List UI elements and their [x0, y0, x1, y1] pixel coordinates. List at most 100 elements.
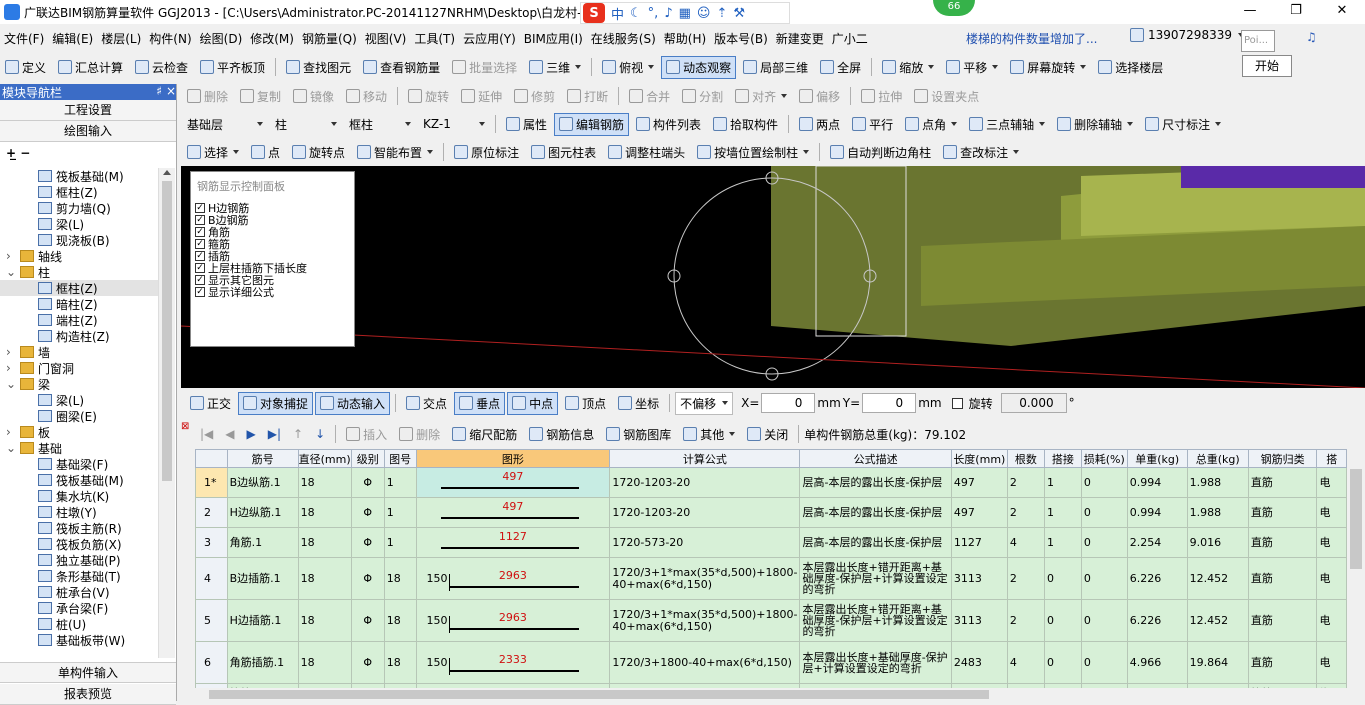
axis-button-3[interactable]: 三点辅轴	[964, 113, 1050, 136]
punct-icon[interactable]: °,	[648, 6, 659, 21]
tree-node[interactable]: 端柱(Z)	[0, 312, 158, 328]
column-header[interactable]: 单重(kg)	[1126, 449, 1188, 468]
snap-button-6[interactable]: 顶点	[560, 392, 611, 415]
cell-desc[interactable]: 本层露出长度+错开距离+基础厚度-保护层+计算设置设定的弯折	[799, 599, 952, 642]
panel-checkbox-3[interactable]: ✓ 箍筋	[191, 238, 354, 250]
y-input[interactable]: 0	[862, 393, 917, 413]
edit-button-1[interactable]: 复制	[235, 85, 286, 108]
3d-scene-graphic[interactable]	[181, 166, 1365, 388]
tree-node[interactable]: 筏板基础(M)	[0, 472, 158, 488]
column-header[interactable]: 直径(mm)	[297, 449, 352, 468]
column-header[interactable]: 搭接	[1043, 449, 1082, 468]
tree-node[interactable]: ⌄ 柱	[0, 264, 158, 280]
edit-button-4[interactable]: 旋转	[403, 85, 454, 108]
main-button-7[interactable]: 三维	[524, 56, 586, 79]
edit-button-13[interactable]: 设置夹点	[909, 85, 984, 108]
cell-fig[interactable]: 1	[383, 527, 417, 558]
edit-button-5[interactable]: 延伸	[456, 85, 507, 108]
notification-badge[interactable]: 66	[933, 0, 975, 16]
cell-lap[interactable]: 0	[1043, 557, 1082, 600]
expand-collapse-icons[interactable]: +̲ −	[0, 142, 176, 166]
tree-node[interactable]: 梁(L)	[0, 216, 158, 232]
cell-len[interactable]: 2483	[950, 641, 1008, 684]
edit-button-11[interactable]: 偏移	[794, 85, 845, 108]
cell-n[interactable]: 2	[1006, 497, 1045, 528]
tree-node[interactable]: 筏板基础(M)	[0, 168, 158, 184]
tree-node[interactable]: 基础板带(W)	[0, 632, 158, 648]
tree-node[interactable]: 集水坑(K)	[0, 488, 158, 504]
panel-checkbox-4[interactable]: ✓ 插筋	[191, 250, 354, 262]
snap-button-3[interactable]: 交点	[401, 392, 452, 415]
snap-button-2[interactable]: 动态输入	[315, 391, 391, 415]
draw-button-6[interactable]: 调整柱端头	[603, 141, 690, 164]
rebar-button-0[interactable]: 插入	[341, 423, 392, 446]
menu-item-2[interactable]: 楼层(L)	[97, 30, 145, 47]
rebar-shape-cell[interactable]: 497	[415, 497, 611, 528]
menu-item-10[interactable]: BIM应用(I)	[520, 30, 587, 47]
moon-icon[interactable]: ☾	[630, 6, 642, 21]
cell-tw[interactable]: 9.016	[1186, 527, 1249, 558]
cell-n[interactable]: 2	[1006, 599, 1045, 642]
cell-grade[interactable]: Φ	[350, 467, 385, 498]
tree-node[interactable]: › 墙	[0, 344, 158, 360]
tree-node[interactable]: 现浇板(B)	[0, 232, 158, 248]
start-button[interactable]: 开始	[1242, 55, 1292, 77]
close-button[interactable]: ✕	[1319, 0, 1365, 22]
cell-cls[interactable]: 直筋	[1247, 467, 1318, 498]
cell-len[interactable]: 3113	[950, 557, 1008, 600]
prev-record-icon[interactable]: ◀	[220, 427, 239, 441]
expand-toggle-icon[interactable]: ⌄	[6, 265, 20, 279]
expand-toggle-icon[interactable]: ›	[6, 361, 20, 375]
cell-name[interactable]: 角筋.1	[226, 527, 299, 558]
tree-node[interactable]: 筏板负筋(X)	[0, 536, 158, 552]
tree-node[interactable]: 桩承台(V)	[0, 584, 158, 600]
cell-fig[interactable]: 1	[383, 467, 417, 498]
cell-desc[interactable]: 本层露出长度+基础厚度-保护层+计算设置设定的弯折	[799, 641, 952, 684]
cell-len[interactable]: 497	[950, 467, 1008, 498]
tree-node[interactable]: ⌄ 基础	[0, 440, 158, 456]
tree-node[interactable]: › 门窗洞	[0, 360, 158, 376]
cell-len[interactable]: 1127	[950, 527, 1008, 558]
axis-button-5[interactable]: 尺寸标注	[1140, 113, 1226, 136]
menu-item-4[interactable]: 绘图(D)	[196, 30, 247, 47]
cell-loss[interactable]: 0	[1080, 467, 1128, 498]
tree-node[interactable]: 框柱(Z)	[0, 184, 158, 200]
table-row[interactable]: 2 H边纵筋.1 18 Φ 1 497 1720-1203-20 层高-本层的露出长度-保护层…	[195, 497, 1347, 528]
edit-button-9[interactable]: 分割	[677, 85, 728, 108]
edit-button-6[interactable]: 修剪	[509, 85, 560, 108]
main-button-10[interactable]: 局部三维	[738, 56, 813, 79]
cell-tw[interactable]: 19.864	[1186, 641, 1249, 684]
tree-scrollbar[interactable]	[158, 168, 175, 658]
tree-node[interactable]: 柱墩(Y)	[0, 504, 158, 520]
cell-tw[interactable]: 1.988	[1186, 467, 1249, 498]
axis-button-1[interactable]: 平行	[847, 113, 898, 136]
main-button-12[interactable]: 缩放	[877, 56, 939, 79]
rebar-button-2[interactable]: 缩尺配筋	[447, 423, 522, 446]
cell-grade[interactable]: Φ	[350, 557, 385, 600]
main-button-5[interactable]: 查看钢筋量	[358, 56, 445, 79]
next-record-icon[interactable]: ▶	[242, 427, 261, 441]
menu-item-11[interactable]: 在线服务(S)	[587, 30, 660, 47]
tree-node[interactable]: 独立基础(P)	[0, 552, 158, 568]
draw-button-9[interactable]: 查改标注	[938, 141, 1024, 164]
cell-fig[interactable]: 18	[383, 599, 417, 642]
panel-checkbox-0[interactable]: ✓ H边钢筋	[191, 202, 354, 214]
ime-mode[interactable]: 中	[611, 4, 624, 23]
draw-button-8[interactable]: 自动判断边角柱	[825, 141, 936, 164]
wrench-icon[interactable]: ⚒	[733, 6, 745, 21]
edit-button-0[interactable]: 删除	[182, 85, 233, 108]
menu-item-14[interactable]: 新建变更	[772, 30, 828, 47]
cell-c[interactable]: 电	[1316, 599, 1347, 642]
draw-button-4[interactable]: 原位标注	[449, 141, 524, 164]
column-header[interactable]: 公式描述	[799, 449, 952, 468]
expand-toggle-icon[interactable]: ›	[6, 249, 20, 263]
drawing-input-button[interactable]: 绘图输入	[0, 121, 176, 142]
cell-uw[interactable]: 6.226	[1126, 599, 1188, 642]
checkbox-icon[interactable]: ✓	[195, 227, 205, 237]
draw-button-3[interactable]: 智能布置	[352, 141, 438, 164]
rotate-checkbox[interactable]	[951, 397, 963, 409]
tree-node[interactable]: 剪力墙(Q)	[0, 200, 158, 216]
draw-button-0[interactable]: 选择	[182, 141, 244, 164]
component-button-1[interactable]: 编辑钢筋	[554, 112, 630, 136]
menu-item-12[interactable]: 帮助(H)	[660, 30, 710, 47]
